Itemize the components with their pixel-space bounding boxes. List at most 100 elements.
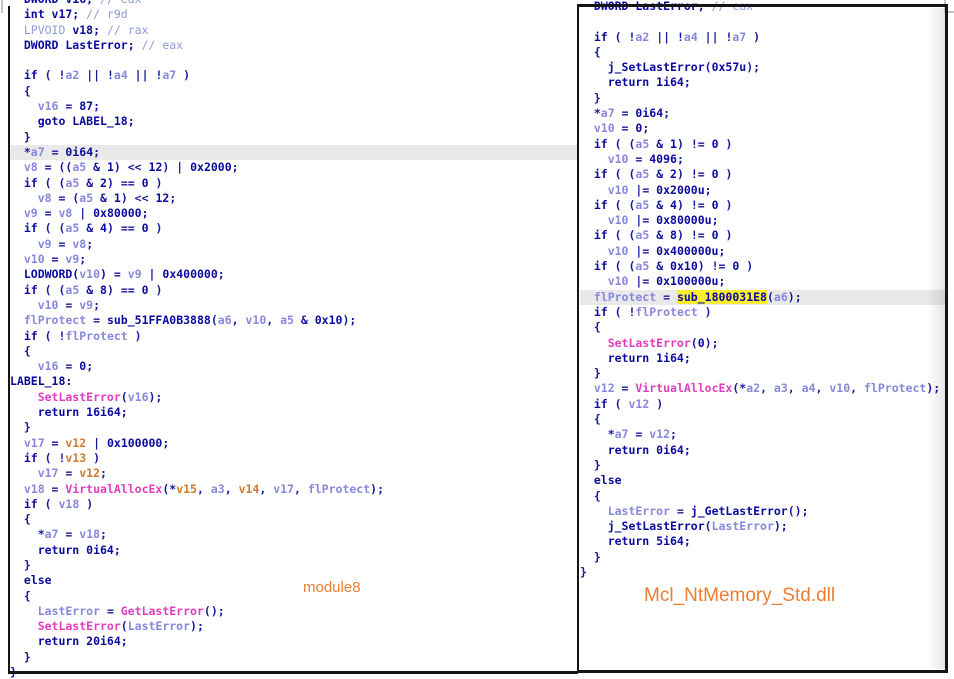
code-line[interactable]: *a7 = 0i64;	[580, 106, 945, 121]
code-token: // r9d	[79, 7, 127, 21]
crop-tick-top-left	[1, 0, 3, 13]
code-line[interactable]: return 0i64;	[580, 443, 945, 458]
code-line[interactable]: if ( !v13 )	[10, 451, 577, 466]
code-line[interactable]: flProtect = sub_51FFA0B3888(a6, v10, a5 …	[10, 313, 577, 328]
code-line[interactable]: }	[580, 91, 945, 106]
code-token: ) <<	[114, 160, 149, 174]
code-line[interactable]: }	[10, 650, 577, 665]
code-line[interactable]: }	[10, 130, 577, 145]
code-line[interactable]: else	[10, 573, 577, 588]
code-line[interactable]: return 1i64;	[580, 75, 945, 90]
code-line[interactable]: LABEL_18:	[10, 374, 577, 389]
code-token: if	[580, 198, 608, 212]
code-line[interactable]: v10 = v9;	[10, 298, 577, 313]
code-line[interactable]: flProtect = sub_1800031E8(a6);	[580, 290, 945, 305]
code-line[interactable]: return 20i64;	[10, 634, 577, 649]
code-line[interactable]: v17 = v12;	[10, 466, 577, 481]
code-line[interactable]: SetLastError(v16);	[10, 390, 577, 405]
code-line[interactable]: if ( !a2 || !a4 || !a7 )	[580, 30, 945, 45]
code-line[interactable]: if ( (a5 & 1) != 0 )	[580, 137, 945, 152]
code-line[interactable]: }	[10, 420, 577, 435]
code-line[interactable]: LastError = GetLastError();	[10, 604, 577, 619]
code-line[interactable]: if ( !flProtect )	[10, 329, 577, 344]
highlighted-identifier[interactable]: sub_1800031E8	[677, 290, 767, 304]
code-line[interactable]: if ( (a5 & 4) != 0 )	[580, 198, 945, 213]
code-line[interactable]: v18 = VirtualAllocEx(*v15, a3, v14, v17,…	[10, 482, 577, 497]
code-line[interactable]: return 16i64;	[10, 405, 577, 420]
code-line[interactable]: if ( (a5 & 8) == 0 )	[10, 283, 577, 298]
code-token: if	[10, 329, 38, 343]
pseudocode-panel-right: DWORD LastError; // eax if ( !a2 || !a4 …	[580, 0, 945, 671]
code-line[interactable]: v16 = 0;	[10, 359, 577, 374]
code-line[interactable]: v12 = VirtualAllocEx(*a2, a3, a4, v10, f…	[580, 381, 945, 396]
code-line[interactable]: if ( v18 )	[10, 497, 577, 512]
code-line[interactable]: if ( (a5 & 8) != 0 )	[580, 228, 945, 243]
code-line[interactable]: {	[10, 84, 577, 99]
code-line[interactable]: *a7 = 0i64;	[10, 145, 577, 160]
code-line[interactable]: if ( !flProtect )	[580, 305, 945, 320]
code-line[interactable]: v10 = v9;	[10, 252, 577, 267]
code-line[interactable]: v10 |= 0x80000u;	[580, 213, 945, 228]
code-line[interactable]: if ( (a5 & 2) == 0 )	[10, 176, 577, 191]
code-line[interactable]: return 1i64;	[580, 351, 945, 366]
code-line[interactable]: DWORD v16; // eax	[10, 0, 577, 7]
code-token: (	[767, 290, 774, 304]
code-line[interactable]: {	[10, 589, 577, 604]
code-line[interactable]: *a7 = v12;	[580, 427, 945, 442]
code-line[interactable]: v10 |= 0x2000u;	[580, 183, 945, 198]
code-token: else	[580, 473, 622, 487]
code-line[interactable]: v10 |= 0x100000u;	[580, 274, 945, 289]
code-token: ( (	[38, 176, 66, 190]
code-line[interactable]: j_SetLastError(0x57u);	[580, 60, 945, 75]
code-line[interactable]: *a7 = v18;	[10, 527, 577, 542]
code-token: )	[698, 305, 712, 319]
code-line[interactable]: {	[10, 344, 577, 359]
code-line[interactable]: if ( (a5 & 4) == 0 )	[10, 221, 577, 236]
code-line[interactable]: {	[10, 512, 577, 527]
code-line[interactable]: int v17; // r9d	[10, 7, 577, 22]
code-line[interactable]: {	[580, 412, 945, 427]
code-line[interactable]: if ( (a5 & 2) != 0 )	[580, 167, 945, 182]
code-token: 0x100000	[107, 436, 162, 450]
code-line[interactable]: DWORD LastError; // eax	[580, 0, 945, 14]
code-line[interactable]: LastError = j_GetLastError();	[580, 504, 945, 519]
code-line[interactable]: v10 = 4096;	[580, 152, 945, 167]
code-line[interactable]: return 5i64;	[580, 534, 945, 549]
code-line[interactable]: {	[580, 320, 945, 335]
code-line[interactable]: SetLastError(LastError);	[10, 619, 577, 634]
code-line[interactable]: v8 = (a5 & 1) << 12;	[10, 191, 577, 206]
code-line[interactable]	[10, 53, 577, 68]
code-line[interactable]: v17 = v12 | 0x100000;	[10, 436, 577, 451]
code-line[interactable]: }	[10, 558, 577, 573]
code-token: 1	[107, 160, 114, 174]
code-line[interactable]: {	[580, 489, 945, 504]
code-token: LastError	[580, 504, 670, 518]
code-line[interactable]: v10 = 0;	[580, 121, 945, 136]
code-line[interactable]: v10 |= 0x400000u;	[580, 244, 945, 259]
code-token: 0	[142, 283, 149, 297]
code-line[interactable]: v8 = ((a5 & 1) << 12) | 0x2000;	[10, 160, 577, 175]
code-line[interactable]: goto LABEL_18;	[10, 114, 577, 129]
code-line[interactable]	[580, 14, 945, 29]
code-line[interactable]: }	[580, 366, 945, 381]
code-line[interactable]: }	[580, 458, 945, 473]
code-line[interactable]: else	[580, 473, 945, 488]
code-line[interactable]: }	[580, 565, 945, 580]
code-line[interactable]: SetLastError(0);	[580, 336, 945, 351]
code-token: ) !=	[677, 137, 712, 151]
code-line[interactable]: DWORD LastError; // eax	[10, 38, 577, 53]
code-line[interactable]: {	[580, 45, 945, 60]
code-line[interactable]: if ( !a2 || !a4 || !a7 )	[10, 68, 577, 83]
code-line[interactable]: LODWORD(v10) = v9 | 0x400000;	[10, 267, 577, 282]
code-line[interactable]: }	[580, 550, 945, 565]
code-line[interactable]: return 0i64;	[10, 543, 577, 558]
code-line[interactable]: v9 = v8;	[10, 237, 577, 252]
code-line[interactable]: v16 = 87;	[10, 99, 577, 114]
code-line[interactable]: if ( (a5 & 0x10) != 0 )	[580, 259, 945, 274]
code-token: );	[370, 482, 384, 496]
code-line[interactable]: j_SetLastError(LastError);	[580, 519, 945, 534]
code-line[interactable]: if ( v12 )	[580, 397, 945, 412]
code-line[interactable]: LPVOID v18; // rax	[10, 23, 577, 38]
code-token: LastError	[128, 619, 190, 633]
code-line[interactable]: v9 = v8 | 0x80000;	[10, 206, 577, 221]
